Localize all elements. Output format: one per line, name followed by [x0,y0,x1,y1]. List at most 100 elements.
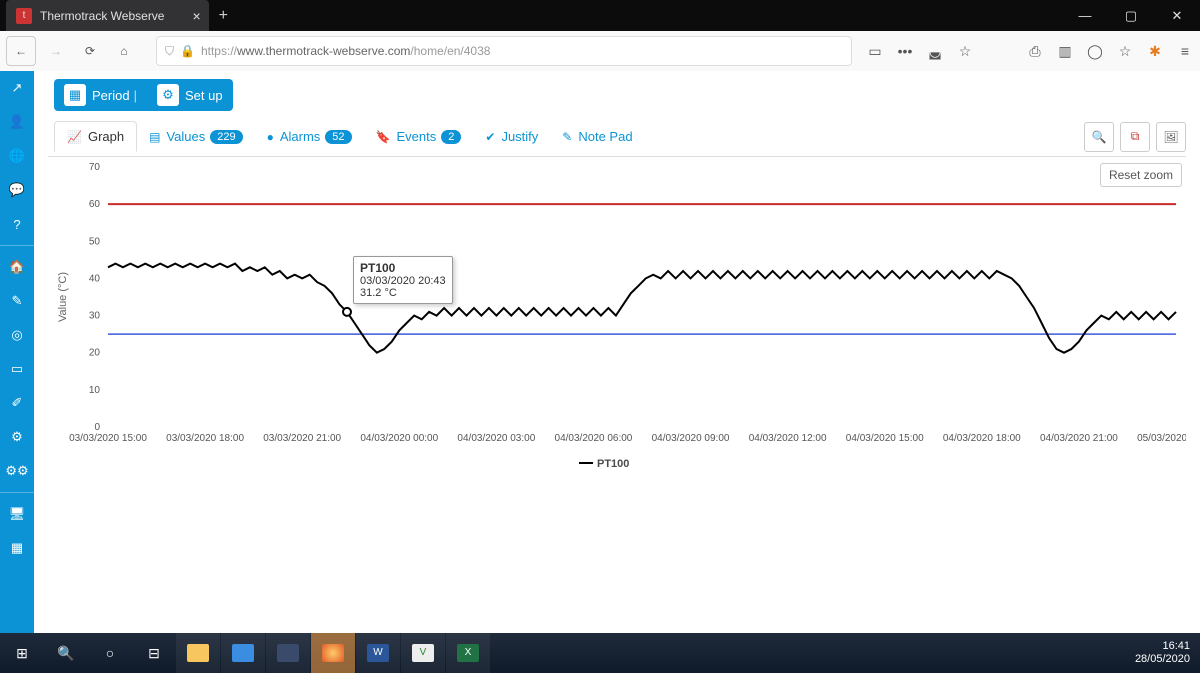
cortana-icon[interactable]: ○ [88,633,132,673]
tooltip-timestamp: 03/03/2020 20:43 [360,275,446,287]
svg-text:20: 20 [89,348,101,359]
home-icon[interactable]: 🏠 [0,250,34,284]
tab-graph-label: Graph [88,129,124,144]
bookmark-star-icon[interactable]: ☆ [1110,37,1140,65]
palette-icon[interactable]: ⚙ [0,420,34,454]
tab-justify[interactable]: ✔ Justify [473,122,550,151]
svg-text:40: 40 [89,273,101,284]
export-image-button[interactable]: 🖼 [1156,122,1186,152]
tooltip-series: PT100 [360,261,395,275]
url-bar[interactable]: ⛉ 🔒 https://www.thermotrack-webserve.com… [156,36,852,66]
pdf-icon: ⧉ [1131,129,1140,144]
home-button[interactable]: ⌂ [110,37,138,65]
url-scheme: https:// [201,44,237,58]
book-icon[interactable]: ▭ [0,352,34,386]
compose-icon[interactable]: ✐ [0,386,34,420]
browser-tab[interactable]: t Thermotrack Webserve × [6,0,209,31]
svg-text:60: 60 [89,199,101,210]
reader-icon[interactable]: ▭ [860,37,890,65]
share-icon[interactable]: ↗ [0,71,34,105]
left-rail: ↗ 👤 🌐 💬 ? 🏠 ✎ ◎ ▭ ✐ ⚙ ⚙⚙ 🖥 ▦ [0,71,34,633]
word-icon[interactable]: W [356,633,400,673]
close-window-icon[interactable]: ✕ [1154,0,1200,31]
sidebar-icon[interactable]: ▥ [1050,37,1080,65]
url-host: www.thermotrack-webserve.com [237,44,410,58]
search-task-button[interactable]: 🔍 [44,633,88,673]
explorer-icon[interactable] [176,633,220,673]
svg-text:03/03/2020 15:00: 03/03/2020 15:00 [69,433,147,444]
svg-text:04/03/2020 21:00: 04/03/2020 21:00 [1040,433,1118,444]
library-icon[interactable]: ⎙ [1020,37,1050,65]
svg-text:70: 70 [89,162,101,173]
close-icon[interactable]: × [192,8,200,24]
svg-text:04/03/2020 15:00: 04/03/2020 15:00 [846,433,924,444]
svg-text:Value (°C): Value (°C) [57,272,69,322]
start-button[interactable]: ⊞ [0,633,44,673]
hamburger-icon[interactable]: ≡ [1170,37,1200,65]
browser-toolbar: ← → ⟳ ⌂ ⛉ 🔒 https://www.thermotrack-webs… [0,31,1200,72]
minimize-icon[interactable]: — [1062,0,1108,31]
tab-graph[interactable]: 📈 Graph [54,121,137,152]
account-icon[interactable]: ◯ [1080,37,1110,65]
period-button[interactable]: ▦ Period | [54,79,147,111]
excel-icon[interactable]: X [446,633,490,673]
extension-icon[interactable]: ✱ [1140,37,1170,65]
help-icon[interactable]: ? [0,207,34,241]
reset-zoom-button[interactable]: Reset zoom [1100,163,1182,187]
svg-text:04/03/2020 00:00: 04/03/2020 00:00 [360,433,438,444]
lock-icon: 🔒 [180,44,195,58]
back-button[interactable]: ← [6,36,36,66]
search-icon: 🔍 [1092,130,1107,144]
svg-text:03/03/2020 18:00: 03/03/2020 18:00 [166,433,244,444]
tab-title: Thermotrack Webserve [40,9,164,23]
tab-alarms[interactable]: ● Alarms 52 [255,122,364,151]
clock-time: 16:41 [1135,640,1190,653]
grid-icon[interactable]: ▦ [0,531,34,565]
taskview-icon[interactable]: ⊟ [132,633,176,673]
edit-icon[interactable]: ✎ [0,284,34,318]
gear-icon: ⚙ [157,84,179,106]
svg-text:05/03/2020 00:00: 05/03/2020 00:00 [1137,433,1186,444]
tab-values-label: Values [166,129,205,144]
alarms-badge: 52 [325,130,351,144]
tab-notepad[interactable]: ✎ Note Pad [550,122,644,151]
protection-icon[interactable]: ◛ [920,37,950,65]
globe-icon[interactable]: 🌐 [0,139,34,173]
mail-icon[interactable] [221,633,265,673]
values-badge: 229 [210,130,242,144]
tab-values[interactable]: ▤ Values 229 [137,122,255,151]
tooltip-value: 31.2 °C [360,287,397,299]
shield-icon: ⛉ [165,44,174,59]
monitor-icon[interactable]: 🖥 [0,497,34,531]
line-chart[interactable]: 010203040506070Value (°C)03/03/2020 15:0… [48,157,1186,477]
chart-icon: 📈 [67,130,82,144]
firefox-icon[interactable] [311,633,355,673]
setup-button[interactable]: ⚙ Set up [147,79,233,111]
tab-justify-label: Justify [501,129,538,144]
svg-text:04/03/2020 12:00: 04/03/2020 12:00 [749,433,827,444]
svg-text:04/03/2020 18:00: 04/03/2020 18:00 [943,433,1021,444]
tab-events[interactable]: 🔖 Events 2 [364,122,474,151]
export-pdf-button[interactable]: ⧉ [1120,122,1150,152]
chat-icon[interactable]: 💬 [0,173,34,207]
tab-row: 📈 Graph ▤ Values 229 ● Alarms 52 🔖 Event… [34,111,1200,152]
svg-text:03/03/2020 21:00: 03/03/2020 21:00 [263,433,341,444]
target-icon[interactable]: ◎ [0,318,34,352]
user-icon[interactable]: 👤 [0,105,34,139]
gears-icon[interactable]: ⚙⚙ [0,454,34,488]
search-button[interactable]: 🔍 [1084,122,1114,152]
chart-tooltip: PT100 03/03/2020 20:43 31.2 °C [353,256,453,304]
star-icon[interactable]: ☆ [950,37,980,65]
reload-button[interactable]: ⟳ [76,37,104,65]
app-icon-1[interactable] [266,633,310,673]
more-icon[interactable]: ••• [890,37,920,65]
maximize-icon[interactable]: ▢ [1108,0,1154,31]
calendar-icon: ▦ [64,84,86,106]
new-tab-button[interactable]: + [219,7,228,25]
url-path: /home/en/4038 [410,44,490,58]
forward-button[interactable]: → [42,37,70,65]
app-icon-2[interactable]: V [401,633,445,673]
system-clock[interactable]: 16:41 28/05/2020 [1135,640,1200,666]
chart-area[interactable]: Reset zoom 010203040506070Value (°C)03/0… [48,156,1186,633]
setup-label: Set up [185,88,223,103]
